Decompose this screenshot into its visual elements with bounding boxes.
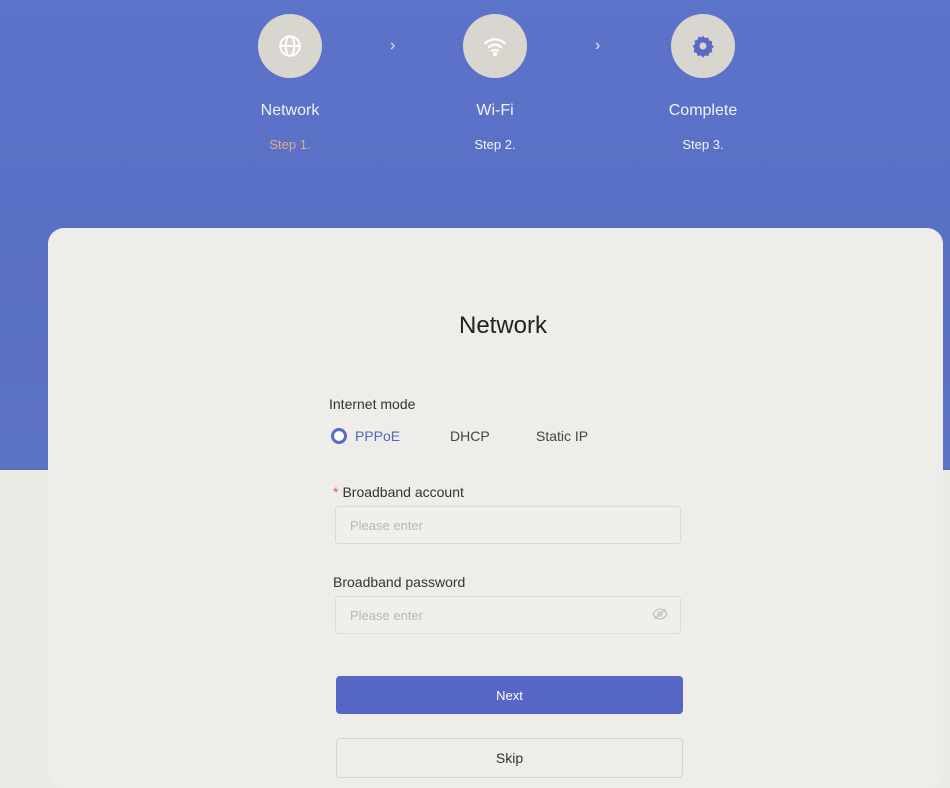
- step-complete: Complete Step 3.: [633, 14, 773, 152]
- step-wifi: Wi-Fi Step 2.: [425, 14, 565, 152]
- stepper: Network Step 1. › Wi-Fi Step 2. › Comple…: [0, 0, 950, 230]
- step-complete-number: Step 3.: [682, 137, 724, 152]
- globe-icon: [279, 35, 301, 57]
- broadband-account-label: * Broadband account: [333, 484, 464, 500]
- step-complete-circle: [671, 14, 735, 78]
- radio-dhcp[interactable]: DHCP: [450, 428, 490, 444]
- broadband-account-input[interactable]: Please enter: [335, 506, 681, 544]
- step-network-name: Network: [260, 102, 320, 119]
- step-complete-name: Complete: [668, 102, 738, 119]
- skip-button[interactable]: Skip: [336, 738, 683, 778]
- form-title: Network: [458, 312, 548, 339]
- step-wifi-circle: [463, 14, 527, 78]
- radio-pppoe[interactable]: PPPoE: [331, 428, 400, 444]
- radio-pppoe-label: PPPoE: [355, 428, 401, 444]
- broadband-password-input[interactable]: Please enter: [335, 596, 681, 634]
- broadband-password-label: Broadband password: [333, 574, 466, 590]
- step-wifi-name: Wi-Fi: [476, 102, 514, 119]
- step-arrow-1: ›: [390, 37, 396, 54]
- network-form-card: Network Internet mode PPPoE DHCP Static …: [48, 228, 943, 788]
- next-button[interactable]: Next: [336, 676, 683, 714]
- eye-icon[interactable]: [652, 608, 668, 620]
- radio-dhcp-label: DHCP: [450, 428, 490, 444]
- required-mark: *: [333, 484, 339, 500]
- radio-static-ip-label: Static IP: [536, 428, 589, 444]
- step-arrow-2: ›: [595, 37, 601, 54]
- gear-icon: [692, 35, 715, 58]
- radio-selected-icon: [331, 428, 347, 444]
- radio-static-ip[interactable]: Static IP: [536, 428, 588, 444]
- broadband-account-placeholder: Please enter: [350, 517, 423, 533]
- wifi-icon: [484, 38, 506, 57]
- broadband-account-label-text: Broadband account: [342, 484, 464, 500]
- broadband-password-placeholder: Please enter: [350, 607, 423, 623]
- step-wifi-number: Step 2.: [474, 137, 516, 152]
- step-network: Network Step 1.: [220, 14, 360, 152]
- step-network-circle: [258, 14, 322, 78]
- step-network-number: Step 1.: [269, 137, 311, 152]
- internet-mode-label: Internet mode: [329, 396, 416, 412]
